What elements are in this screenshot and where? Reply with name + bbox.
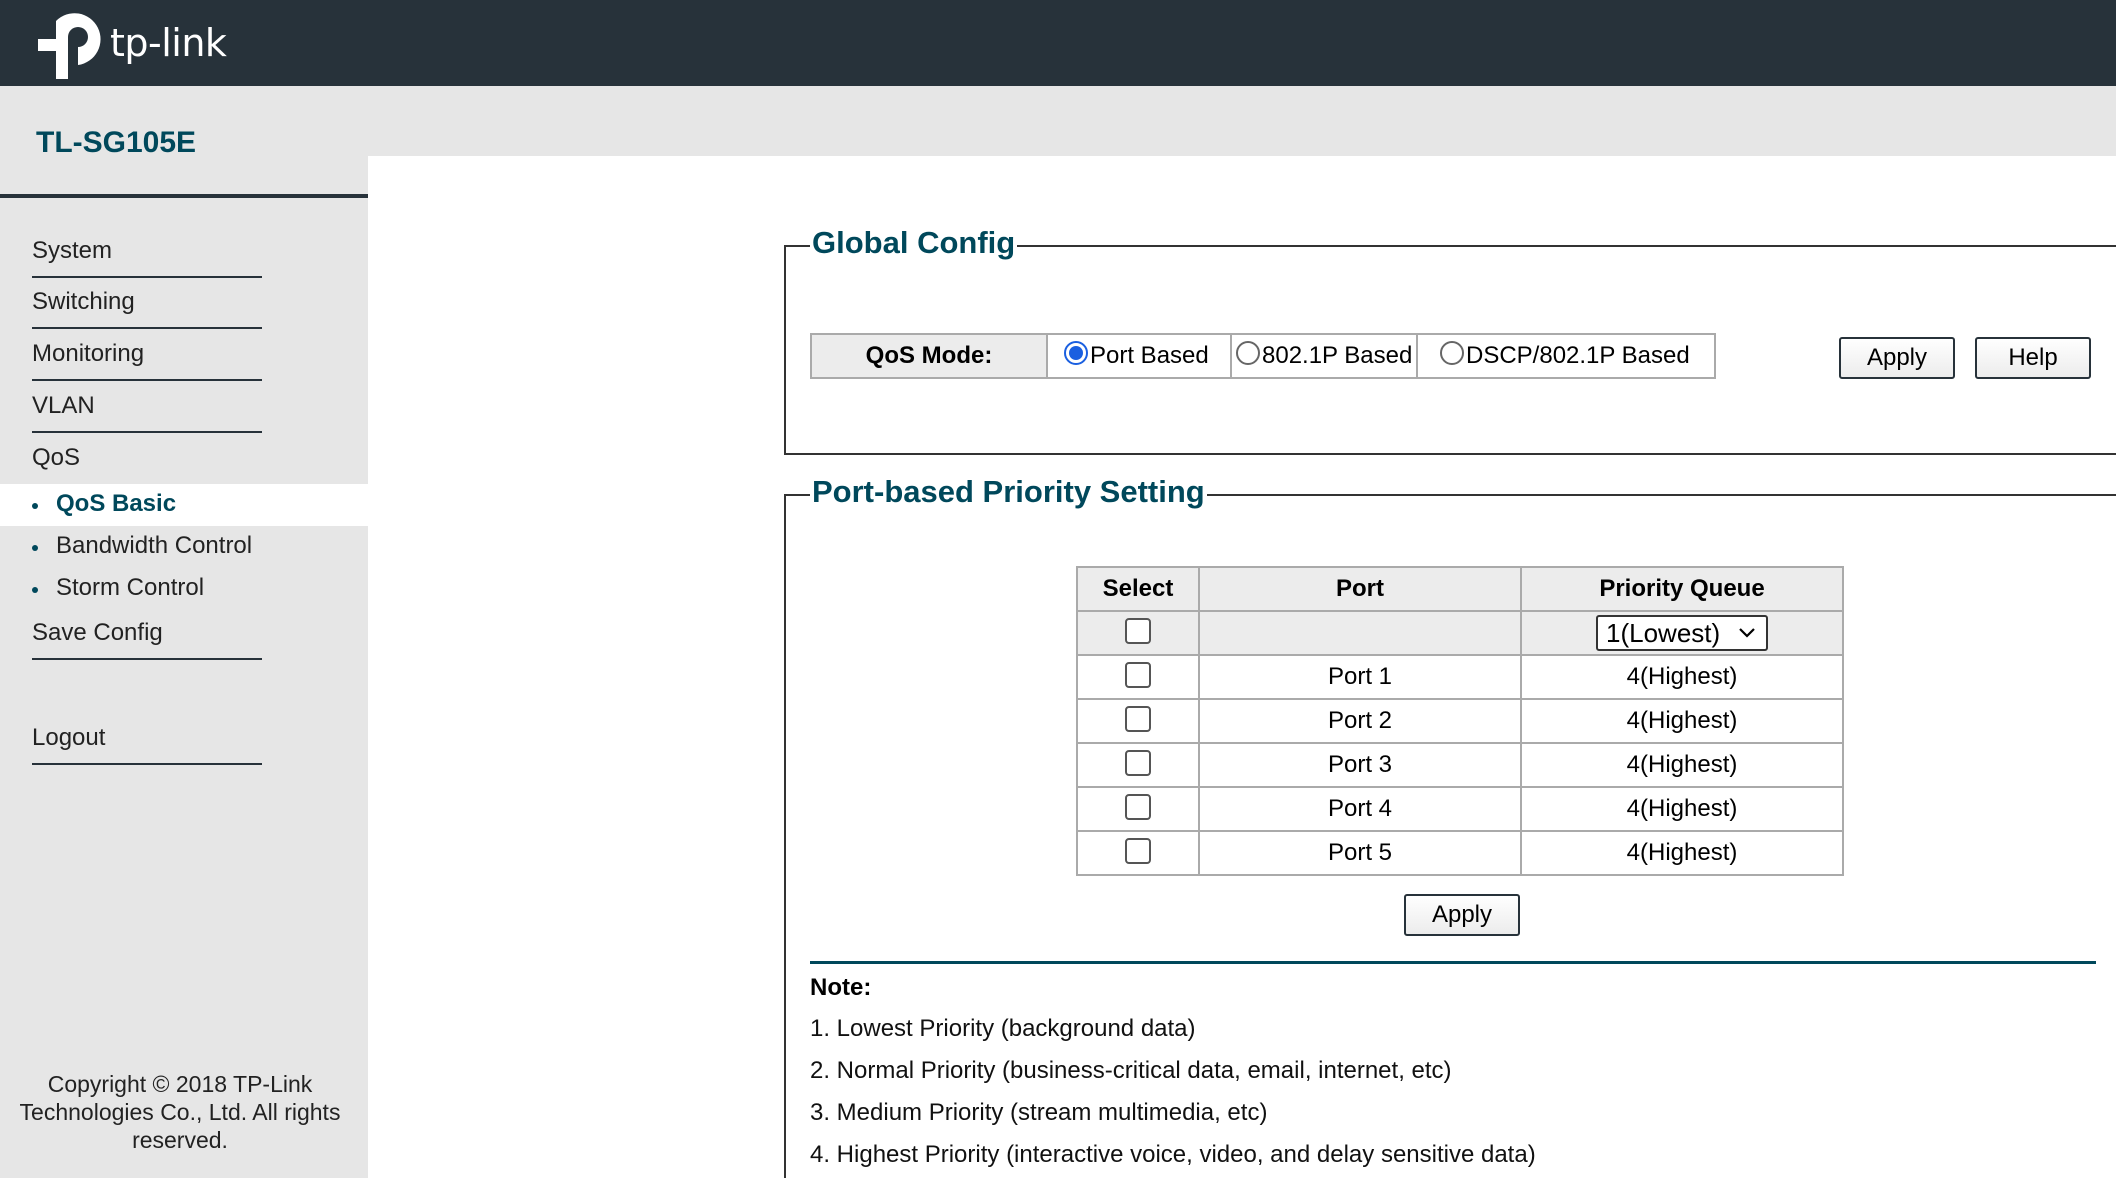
port-cell: Port 1 xyxy=(1198,654,1522,700)
priority-queue-select-value: 1(Lowest) xyxy=(1606,617,1721,648)
radio-dscp-based[interactable]: DSCP/802.1P Based xyxy=(1418,335,1714,377)
column-header-priority-queue: Priority Queue xyxy=(1520,566,1844,612)
radio-port-based-label: Port Based xyxy=(1090,342,1209,369)
top-header: tp-link xyxy=(0,0,2116,86)
port-cell: Port 5 xyxy=(1198,830,1522,876)
table-row: Port 5 4(Highest) xyxy=(1076,830,1844,876)
sidebar-item-save-config[interactable]: Save Config xyxy=(32,610,262,660)
priority-apply-button[interactable]: Apply xyxy=(1404,894,1520,936)
sidebar-subitem-qos-basic[interactable]: QoS Basic xyxy=(0,484,368,526)
model-name: TL-SG105E xyxy=(36,126,197,159)
sidebar-subitem-bandwidth-control[interactable]: Bandwidth Control xyxy=(0,526,368,568)
global-config-panel: Global Config QoS Mode: Port Based 802.1… xyxy=(784,225,2116,455)
select-cell xyxy=(1076,786,1200,832)
logo-text: tp-link xyxy=(110,21,227,65)
column-header-select: Select xyxy=(1076,566,1200,612)
port-cell-empty xyxy=(1198,610,1522,656)
radio-8021p-based[interactable]: 802.1P Based xyxy=(1232,335,1418,377)
port-cell: Port 4 xyxy=(1198,786,1522,832)
note-divider xyxy=(810,961,2096,964)
bullet-icon xyxy=(32,503,38,509)
bullet-icon xyxy=(32,545,38,551)
qos-mode-label: QoS Mode: xyxy=(812,335,1048,377)
sidebar-subitem-label: Bandwidth Control xyxy=(56,532,253,559)
sidebar-item-switching[interactable]: Switching xyxy=(32,279,262,329)
copyright-text: Copyright © 2018 TP-Link Technologies Co… xyxy=(19,1071,341,1153)
port-cell: Port 3 xyxy=(1198,742,1522,788)
radio-unselected-icon[interactable] xyxy=(1236,341,1260,365)
sidebar-item-logout[interactable]: Logout xyxy=(32,715,262,765)
qos-mode-row: QoS Mode: Port Based 802.1P Based DSCP/8… xyxy=(810,333,1716,379)
radio-selected-icon[interactable] xyxy=(1064,341,1088,365)
queue-cell: 4(Highest) xyxy=(1520,742,1844,788)
tp-link-logo-icon xyxy=(38,13,101,79)
table-row-select-all: 1(Lowest) xyxy=(1076,610,1844,656)
bullet-icon xyxy=(32,587,38,593)
sidebar-subitem-label: Storm Control xyxy=(56,574,205,601)
select-all-checkbox[interactable] xyxy=(1125,617,1151,644)
queue-cell: 4(Highest) xyxy=(1520,786,1844,832)
port-priority-panel: Port-based Priority Setting Select Port … xyxy=(784,474,2116,1178)
table-row: Port 2 4(Highest) xyxy=(1076,698,1844,744)
select-cell xyxy=(1076,654,1200,700)
port-priority-table: Select Port Priority Queue 1(Lowest) Por… xyxy=(1076,566,1844,876)
table-row: Port 4 4(Highest) xyxy=(1076,786,1844,832)
sidebar-item-system[interactable]: System xyxy=(32,228,262,278)
model-divider xyxy=(0,194,368,198)
port-5-checkbox[interactable] xyxy=(1125,837,1151,864)
select-cell xyxy=(1076,742,1200,788)
column-header-port: Port xyxy=(1198,566,1522,612)
queue-cell: 1(Lowest) xyxy=(1520,610,1844,656)
port-priority-title: Port-based Priority Setting xyxy=(810,474,1207,510)
radio-dscp-based-label: DSCP/802.1P Based xyxy=(1466,342,1690,369)
sidebar-item-qos[interactable]: QoS xyxy=(32,435,262,485)
radio-port-based[interactable]: Port Based xyxy=(1048,335,1232,377)
tp-link-logo: tp-link xyxy=(34,7,227,79)
note-line: 1. Lowest Priority (background data) xyxy=(810,1015,1196,1042)
help-button[interactable]: Help xyxy=(1975,337,2091,379)
port-cell: Port 2 xyxy=(1198,698,1522,744)
radio-unselected-icon[interactable] xyxy=(1440,341,1464,365)
sidebar-item-monitoring[interactable]: Monitoring xyxy=(32,331,262,381)
port-1-checkbox[interactable] xyxy=(1125,661,1151,688)
select-cell xyxy=(1076,698,1200,744)
port-4-checkbox[interactable] xyxy=(1125,793,1151,820)
queue-cell: 4(Highest) xyxy=(1520,830,1844,876)
select-cell xyxy=(1076,610,1200,656)
sidebar-item-vlan[interactable]: VLAN xyxy=(32,383,262,433)
port-2-checkbox[interactable] xyxy=(1125,705,1151,732)
table-row: Port 3 4(Highest) xyxy=(1076,742,1844,788)
note-line: 2. Normal Priority (business-critical da… xyxy=(810,1057,1452,1084)
note-line: 4. Highest Priority (interactive voice, … xyxy=(810,1141,1536,1168)
port-3-checkbox[interactable] xyxy=(1125,749,1151,776)
sidebar-subitem-label: QoS Basic xyxy=(56,490,177,517)
note-line: 3. Medium Priority (stream multimedia, e… xyxy=(810,1099,1268,1126)
queue-cell: 4(Highest) xyxy=(1520,654,1844,700)
table-header-row: Select Port Priority Queue xyxy=(1076,566,1844,612)
priority-queue-select[interactable]: 1(Lowest) xyxy=(1596,615,1768,651)
chevron-down-icon xyxy=(1739,628,1755,638)
global-config-title: Global Config xyxy=(810,225,1018,261)
table-row: Port 1 4(Highest) xyxy=(1076,654,1844,700)
select-cell xyxy=(1076,830,1200,876)
note-title: Note: xyxy=(810,974,872,1001)
radio-8021p-based-label: 802.1P Based xyxy=(1262,342,1413,369)
sidebar: TL-SG105E System Switching Monitoring VL… xyxy=(0,86,368,1178)
global-apply-button[interactable]: Apply xyxy=(1839,337,1955,379)
queue-cell: 4(Highest) xyxy=(1520,698,1844,744)
sidebar-subitem-storm-control[interactable]: Storm Control xyxy=(0,568,368,610)
